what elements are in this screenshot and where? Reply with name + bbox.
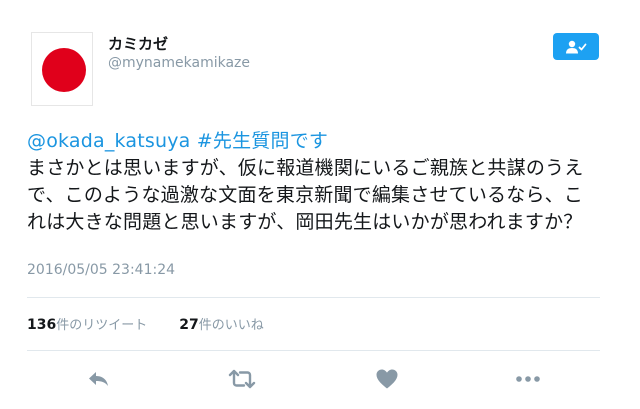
- more-icon: [516, 376, 540, 382]
- heart-icon: [376, 369, 398, 389]
- tweet-card: カミカゼ @mynamekamikaze @okada_katsuya #先生質…: [0, 0, 640, 409]
- engagement-stats: 136件のリツイート 27件のいいね: [27, 314, 264, 333]
- like-button[interactable]: [372, 366, 402, 392]
- retweet-stat[interactable]: 136件のリツイート: [27, 314, 147, 333]
- hashtag-link[interactable]: #先生質問です: [197, 130, 328, 152]
- like-count: 27: [179, 317, 199, 333]
- divider-top: [27, 297, 600, 298]
- screen-name[interactable]: @mynamekamikaze: [108, 55, 250, 71]
- like-stat[interactable]: 27件のいいね: [179, 314, 264, 333]
- tweet-line-3: で、このような過激な文面を東京新聞で編集させているなら、こ: [27, 184, 584, 206]
- like-label: 件のいいね: [198, 318, 264, 333]
- divider-bottom: [27, 350, 600, 351]
- timestamp[interactable]: 2016/05/05 23:41:24: [27, 262, 175, 278]
- retweet-button[interactable]: [227, 366, 257, 392]
- reply-icon: [89, 372, 108, 386]
- follow-user-icon: [566, 40, 587, 53]
- avatar[interactable]: [31, 32, 93, 106]
- tweet-text: @okada_katsuya #先生質問です まさかとは思いますが、仮に報道機関…: [27, 128, 617, 236]
- more-button[interactable]: [513, 366, 543, 392]
- tweet-line-4: れは大きな問題と思いますが、岡田先生はいかが思われますか？: [27, 211, 583, 233]
- retweet-icon: [228, 369, 256, 389]
- tweet-line-1: @okada_katsuya #先生質問です: [27, 128, 617, 155]
- follow-button[interactable]: [553, 33, 599, 60]
- mention-link[interactable]: @okada_katsuya: [27, 130, 191, 152]
- display-name[interactable]: カミカゼ: [108, 33, 168, 54]
- japan-flag-circle: [42, 48, 86, 92]
- retweet-count: 136: [27, 317, 57, 333]
- retweet-label: 件のリツイート: [56, 318, 148, 333]
- tweet-line-2: まさかとは思いますが、仮に報道機関にいるご親族と共謀のうえ: [27, 157, 584, 179]
- reply-button[interactable]: [84, 366, 114, 392]
- action-bar: [0, 362, 640, 396]
